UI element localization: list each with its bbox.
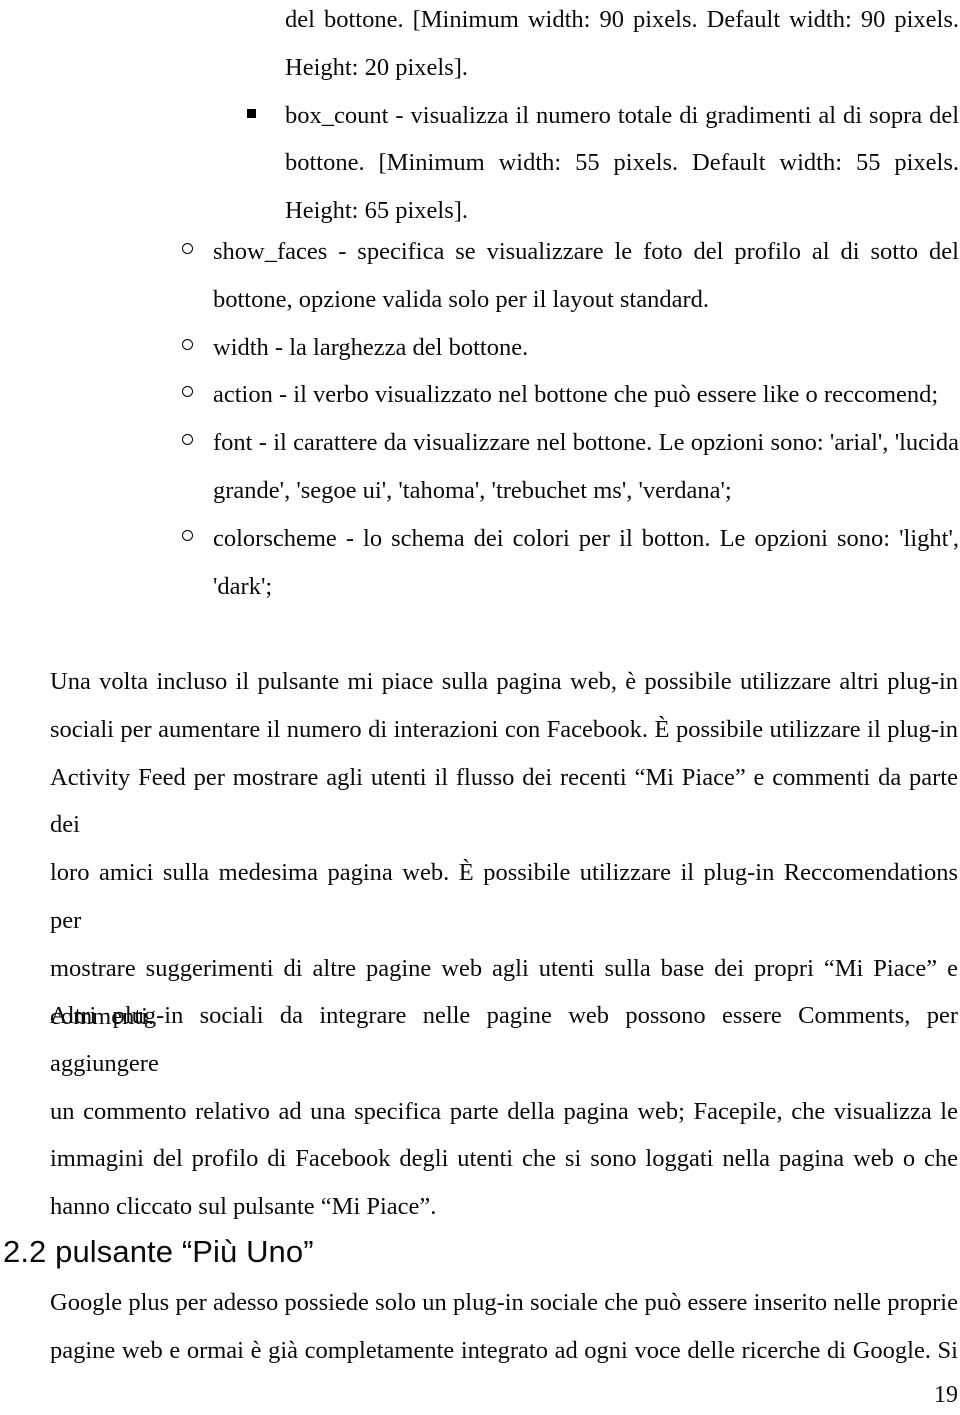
paragraph-line: hanno cliccato sul pulsante “Mi Piace”. [50,1193,437,1221]
circle-bullet-icon [182,529,193,541]
paragraph-line: Una volta incluso il pulsante mi piace s… [50,668,958,695]
list-item: colorscheme - lo schema dei colori per i… [182,515,959,611]
paragraph-line: immagini del profilo di Facebook degli u… [50,1145,958,1173]
paragraph-line: sociali per aumentare il numero di inter… [50,715,958,743]
circle-bullet-icon [182,434,193,446]
list-item: action - il verbo visualizzato nel botto… [182,371,959,419]
paragraph-line: pagine web e ormai è già completamente i… [50,1336,958,1364]
list-item-line-2: grande', 'segoe ui', 'tahoma', 'trebuche… [213,476,732,504]
page-number: 19 [934,1382,958,1408]
list-item-line-2: bottone. [Minimum width: 55 pixels. Defa… [285,149,959,177]
continuation-line-1: del bottone. [Minimum width: 90 pixels. … [285,6,959,33]
list-item-line-2: 'dark'; [213,572,273,600]
list-item: box_count - visualizza il numero totale … [247,92,959,235]
circle-bullet-icon [182,386,193,398]
circle-bullet-list: show_faces - specifica se visualizzare l… [182,228,959,610]
list-item-line-1: box_count - visualizza il numero totale … [285,101,959,129]
list-item: font - il carattere da visualizzare nel … [182,419,959,515]
list-item-line-1: colorscheme - lo schema dei colori per i… [213,524,959,552]
circle-bullet-icon [182,243,193,254]
list-item-line-1: width - la larghezza del bottone. [213,333,529,361]
list-item-line-1: font - il carattere da visualizzare nel … [213,429,959,457]
list-item-line-1: action - il verbo visualizzato nel botto… [213,381,939,409]
list-item-line-2: bottone, opzione valida solo per il layo… [213,285,710,313]
square-bullet-list: del bottone. [Minimum width: 90 pixels. … [247,0,959,235]
paragraph-line: Altri plug-in sociali da integrare nelle… [50,1002,958,1077]
document-page: del bottone. [Minimum width: 90 pixels. … [0,0,960,1415]
paragraph-line: loro amici sulla medesima pagina web. È … [50,859,958,934]
circle-bullet-icon [182,338,193,350]
paragraph-line: un commento relativo ad una specifica pa… [50,1097,958,1125]
paragraph-line: Google plus per adesso possiede solo un … [50,1289,958,1316]
paragraph-plugin-sociali: Una volta incluso il pulsante mi piace s… [50,658,958,1040]
paragraph-line: Activity Feed per mostrare agli utenti i… [50,763,958,839]
list-item: width - la larghezza del bottone. [182,324,959,372]
paragraph-altri-plugin: Altri plug-in sociali da integrare nelle… [50,992,958,1231]
paragraph-google-plus: Google plus per adesso possiede solo un … [50,1279,958,1375]
list-item-continuation: del bottone. [Minimum width: 90 pixels. … [247,0,959,92]
square-bullet-icon [247,108,256,118]
list-item-line-1: show_faces - specifica se visualizzare l… [213,238,959,265]
continuation-line-2: Height: 20 pixels]. [285,53,469,81]
paragraph-line: mostrare suggerimenti di altre pagine we… [50,954,958,982]
section-heading: 2.2 pulsante “Più Uno” [3,1234,314,1269]
list-item: show_faces - specifica se visualizzare l… [182,228,959,324]
